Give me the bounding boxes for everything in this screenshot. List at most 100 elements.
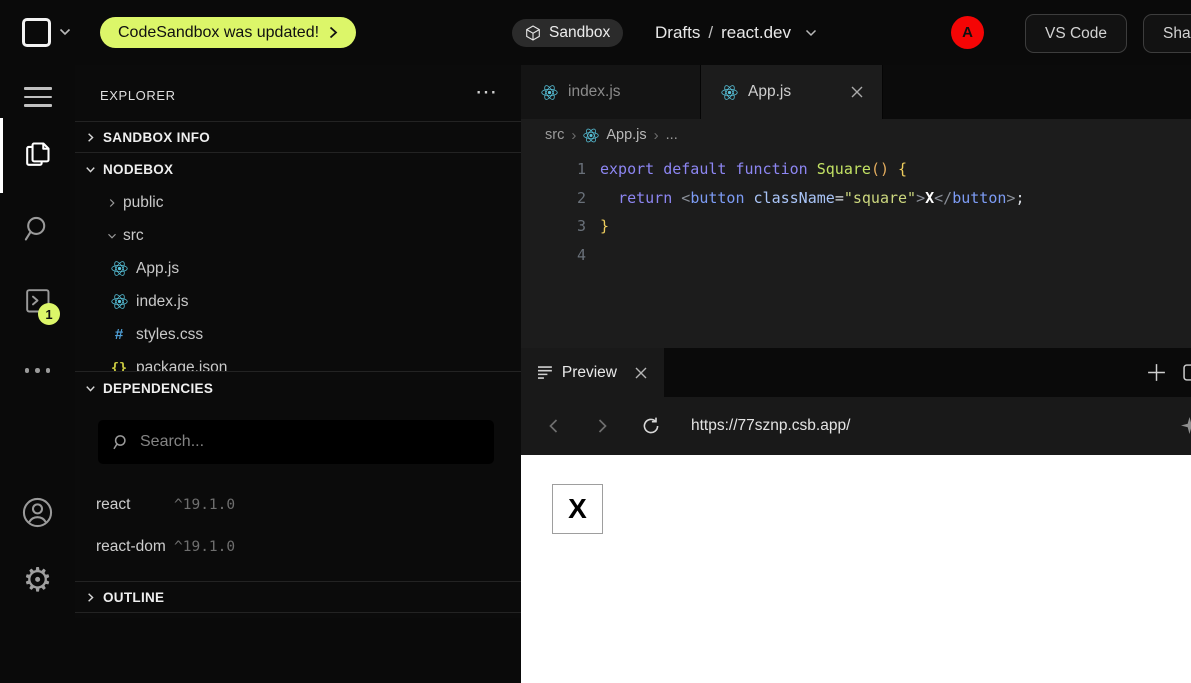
section-label: OUTLINE: [103, 590, 164, 605]
code-line[interactable]: 1export default function Square() {: [521, 155, 1191, 184]
chevron-right-icon: [329, 26, 338, 39]
code-line[interactable]: 3}: [521, 212, 1191, 241]
react-icon: [719, 84, 739, 101]
workspace-breadcrumb[interactable]: Drafts / react.dev: [655, 0, 817, 65]
search-icon[interactable]: [0, 213, 75, 244]
line-number: 1: [521, 160, 586, 178]
chevron-right-icon: [105, 196, 119, 210]
preview-tab-label: Preview: [562, 364, 617, 382]
layout-icon[interactable]: [1183, 364, 1191, 381]
line-number: 2: [521, 189, 586, 207]
menu-icon[interactable]: [0, 87, 75, 107]
section-dependencies[interactable]: DEPENDENCIES: [75, 372, 521, 404]
tab-index-js[interactable]: index.js: [521, 65, 701, 119]
chevron-right-icon: ›: [654, 127, 659, 144]
react-icon: [109, 293, 129, 310]
preview-viewport: X: [521, 455, 1191, 683]
divider: [75, 612, 521, 613]
file-name: public: [123, 194, 164, 212]
package-name: react-dom: [96, 538, 168, 556]
explorer-sidebar: EXPLORER ⋯ SANDBOX INFO NODEBOX public sr…: [75, 65, 521, 618]
package-version: ^19.1.0: [174, 539, 235, 555]
tree-item-public[interactable]: public: [75, 186, 521, 219]
more-icon[interactable]: [0, 368, 75, 373]
cube-icon: [525, 25, 541, 41]
activity-bar: 1 ⚙: [0, 65, 75, 618]
vscode-button-label: VS Code: [1045, 25, 1107, 43]
editor-breadcrumb[interactable]: src › App.js › ...: [521, 119, 1191, 151]
section-label: SANDBOX INFO: [103, 130, 210, 145]
update-notification-pill[interactable]: CodeSandbox was updated!: [100, 17, 356, 48]
breadcrumb-folder: Drafts: [655, 23, 700, 43]
line-number: 4: [521, 246, 586, 264]
chevron-down-icon: [83, 381, 98, 396]
package-name: react: [96, 496, 168, 514]
react-icon: [109, 260, 129, 277]
tree-item-index-js[interactable]: index.js: [75, 285, 521, 318]
close-icon[interactable]: [634, 366, 648, 380]
react-icon: [539, 84, 559, 101]
tree-item-package-json[interactable]: {} package.json: [75, 351, 521, 371]
breadcrumb-separator: /: [708, 23, 713, 43]
chevron-right-icon: [83, 130, 98, 145]
editor-tab-strip: index.js App.js: [521, 65, 1191, 119]
section-sandbox-info[interactable]: SANDBOX INFO: [75, 122, 521, 152]
refresh-icon[interactable]: [641, 416, 661, 436]
breadcrumb-file: App.js: [606, 127, 646, 143]
react-icon: [583, 127, 599, 144]
top-bar: CodeSandbox was updated! Sandbox Drafts …: [0, 0, 1191, 66]
account-icon[interactable]: [0, 495, 75, 530]
code-line[interactable]: 4: [521, 241, 1191, 270]
square-button[interactable]: X: [552, 484, 603, 534]
file-tree: public src App.js index.js #styles.css {} pack…: [75, 186, 521, 371]
tab-label: index.js: [568, 83, 621, 101]
section-outline[interactable]: OUTLINE: [75, 582, 521, 612]
chevron-down-icon[interactable]: [59, 28, 71, 36]
chevron-down-icon: [105, 229, 119, 243]
breadcrumb-project: react.dev: [721, 23, 791, 43]
sandbox-badge-label: Sandbox: [549, 24, 610, 42]
section-label: DEPENDENCIES: [103, 381, 213, 396]
file-name: src: [123, 227, 144, 245]
dependency-search-input[interactable]: [98, 420, 494, 464]
add-devtool-icon[interactable]: [1146, 362, 1167, 383]
package-version: ^19.1.0: [174, 497, 235, 513]
explorer-header: EXPLORER ⋯: [75, 77, 521, 115]
forward-icon[interactable]: [593, 417, 611, 435]
code-line[interactable]: 2 return <button className="square">X</b…: [521, 184, 1191, 213]
preview-list-icon: [537, 365, 553, 380]
tab-preview[interactable]: Preview: [521, 348, 664, 397]
explorer-more-icon[interactable]: ⋯: [475, 79, 499, 105]
explorer-title: EXPLORER: [100, 88, 176, 103]
file-name: package.json: [136, 359, 227, 372]
update-pill-label: CodeSandbox was updated!: [118, 24, 319, 42]
preview-nav-bar: https://77sznp.csb.app/: [521, 397, 1191, 455]
code-editor[interactable]: 1export default function Square() {2 ret…: [521, 151, 1191, 352]
url-field[interactable]: https://77sznp.csb.app/: [691, 417, 850, 435]
tree-item-styles-css[interactable]: #styles.css: [75, 318, 521, 351]
tree-item-app-js[interactable]: App.js: [75, 252, 521, 285]
file-name: index.js: [136, 293, 189, 311]
vscode-button[interactable]: VS Code: [1025, 14, 1127, 53]
share-button[interactable]: Share: [1143, 14, 1191, 53]
files-icon[interactable]: [0, 138, 75, 171]
json-icon: {}: [109, 360, 129, 372]
sparkle-icon[interactable]: [1181, 417, 1191, 439]
back-icon[interactable]: [545, 417, 563, 435]
settings-gear-icon[interactable]: ⚙: [0, 563, 75, 596]
tree-item-src[interactable]: src: [75, 219, 521, 252]
file-name: styles.css: [136, 326, 203, 344]
section-nodebox[interactable]: NODEBOX: [75, 153, 521, 186]
close-icon[interactable]: [850, 85, 864, 99]
package-react-dom[interactable]: react-dom ^19.1.0: [96, 532, 235, 562]
package-react[interactable]: react ^19.1.0: [96, 490, 235, 520]
chevron-down-icon: [83, 162, 98, 177]
line-number: 3: [521, 217, 586, 235]
chevron-right-icon: ›: [571, 127, 576, 144]
tab-app-js[interactable]: App.js: [701, 65, 883, 119]
terminal-badge: 1: [38, 303, 60, 325]
avatar[interactable]: A: [951, 16, 984, 49]
codesandbox-logo[interactable]: [22, 18, 51, 47]
breadcrumb-more: ...: [666, 127, 678, 143]
sandbox-badge[interactable]: Sandbox: [512, 19, 623, 47]
